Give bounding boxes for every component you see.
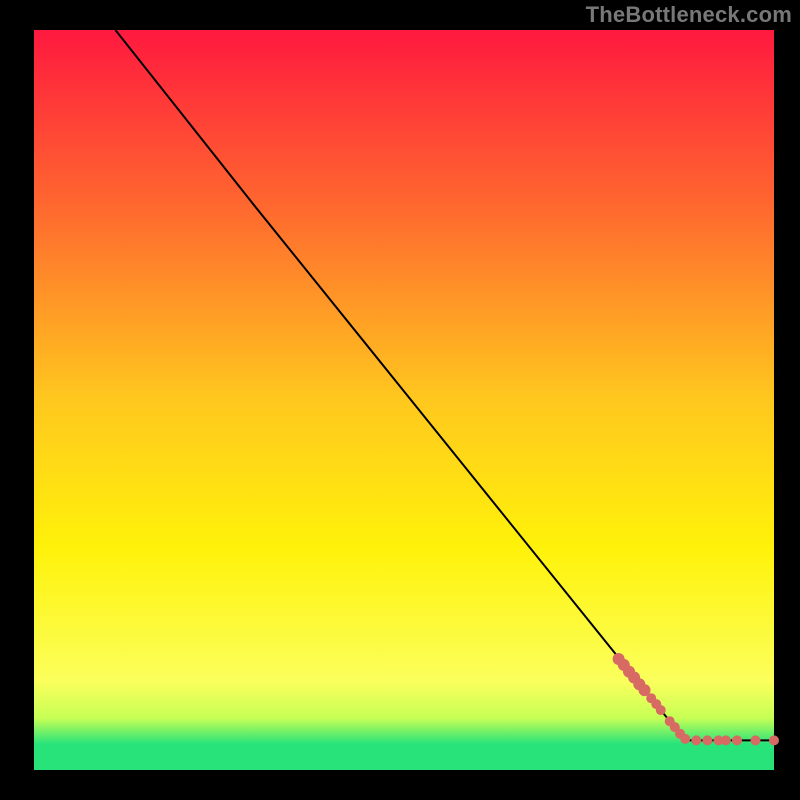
- scatter-point: [702, 735, 712, 745]
- scatter-point: [656, 705, 666, 715]
- chart-svg: [0, 0, 800, 800]
- chart-container: TheBottleneck.com: [0, 0, 800, 800]
- scatter-point: [680, 734, 690, 744]
- scatter-point: [769, 735, 779, 745]
- scatter-point: [721, 735, 731, 745]
- scatter-point: [751, 735, 761, 745]
- source-caption: TheBottleneck.com: [586, 2, 792, 28]
- plot-background: [34, 30, 774, 770]
- scatter-point: [691, 735, 701, 745]
- scatter-point: [732, 735, 742, 745]
